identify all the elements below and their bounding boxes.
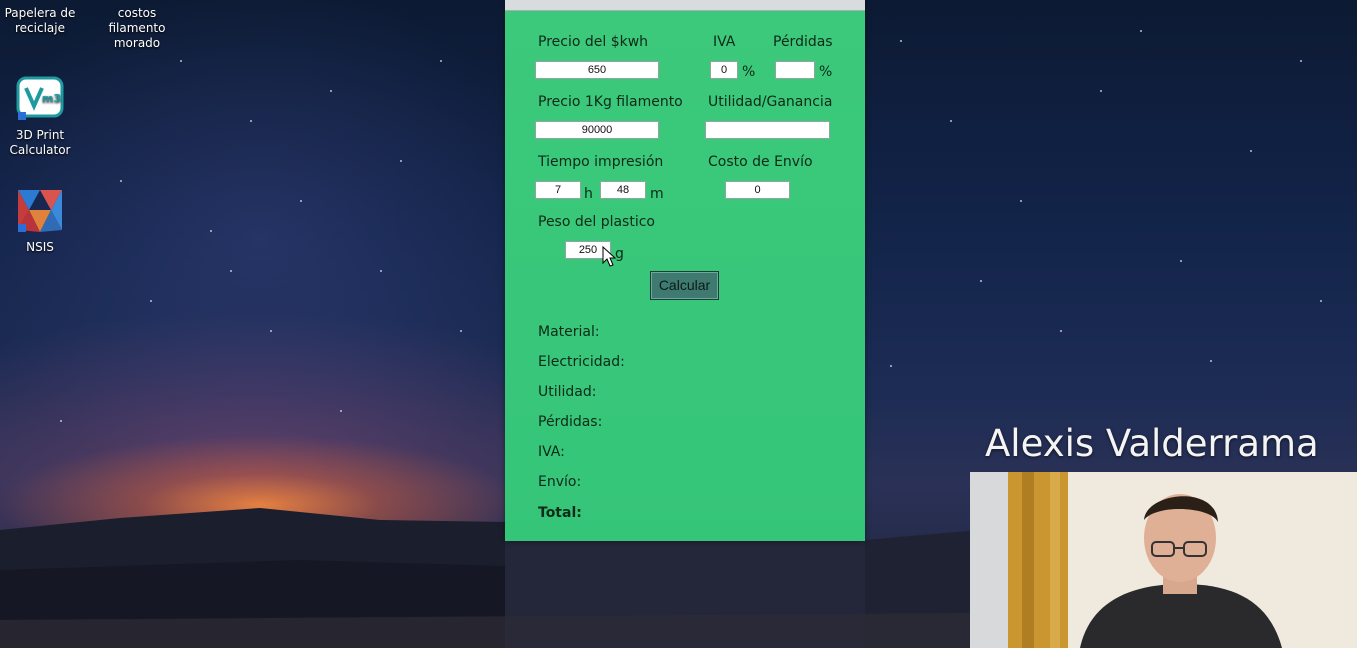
desktop-icon-costos-filamento[interactable]: costos filamento morado [92, 0, 182, 51]
calcular-button[interactable]: Calcular [650, 271, 719, 300]
iva-input[interactable]: 0 [710, 61, 738, 79]
result-total: Total: [538, 505, 582, 521]
envio-input[interactable]: 0 [725, 181, 790, 199]
result-envio: Envío: [538, 474, 582, 490]
desktop-icon-recycle-bin[interactable]: Papelera de reciclaje [0, 0, 85, 36]
iva-unit: % [742, 64, 756, 80]
vm3-app-icon: m3 [16, 76, 64, 124]
result-utilidad: Utilidad: [538, 384, 597, 400]
svg-text:m3: m3 [42, 92, 61, 105]
filamento-input[interactable]: 90000 [535, 121, 659, 139]
presenter-video-frame [970, 472, 1357, 648]
result-electricidad: Electricidad: [538, 354, 625, 370]
filamento-label: Precio 1Kg filamento [538, 94, 683, 110]
perdidas-unit: % [819, 64, 833, 80]
minutos-unit: m [650, 186, 664, 202]
webcam-overlay [970, 472, 1357, 648]
tiempo-label: Tiempo impresión [538, 154, 664, 170]
horas-unit: h [584, 186, 593, 202]
window-titlebar[interactable] [505, 0, 865, 11]
print-calculator-window: Precio del $kwh IVA Pérdidas 650 0 % % P… [505, 0, 865, 541]
perdidas-input[interactable] [775, 61, 815, 79]
peso-label: Peso del plastico [538, 214, 655, 230]
costos-filamento-label: costos filamento morado [108, 6, 166, 50]
result-material: Material: [538, 324, 600, 340]
result-iva: IVA: [538, 444, 565, 460]
peso-unit: g [615, 246, 624, 262]
precio-kwh-label: Precio del $kwh [538, 34, 649, 50]
iva-label: IVA [713, 34, 736, 50]
recycle-bin-label: Papelera de reciclaje [4, 6, 76, 35]
precio-kwh-input[interactable]: 650 [535, 61, 659, 79]
desktop-icon-3d-print-calculator[interactable]: m3 3D Print Calculator [0, 76, 85, 158]
utilidad-label: Utilidad/Ganancia [708, 94, 833, 110]
result-perdidas: Pérdidas: [538, 414, 603, 430]
minutos-input[interactable]: 48 [600, 181, 646, 199]
utilidad-input[interactable] [705, 121, 830, 139]
mouse-cursor-icon [602, 246, 616, 267]
3d-print-calculator-label: 3D Print Calculator [9, 128, 71, 157]
perdidas-label: Pérdidas [773, 34, 833, 50]
envio-label: Costo de Envío [708, 154, 813, 170]
presenter-name: Alexis Valderrama [985, 422, 1319, 465]
nsis-icon [16, 188, 64, 236]
desktop-icon-nsis[interactable]: NSIS [0, 188, 85, 255]
nsis-label: NSIS [26, 240, 54, 254]
horas-input[interactable]: 7 [535, 181, 581, 199]
